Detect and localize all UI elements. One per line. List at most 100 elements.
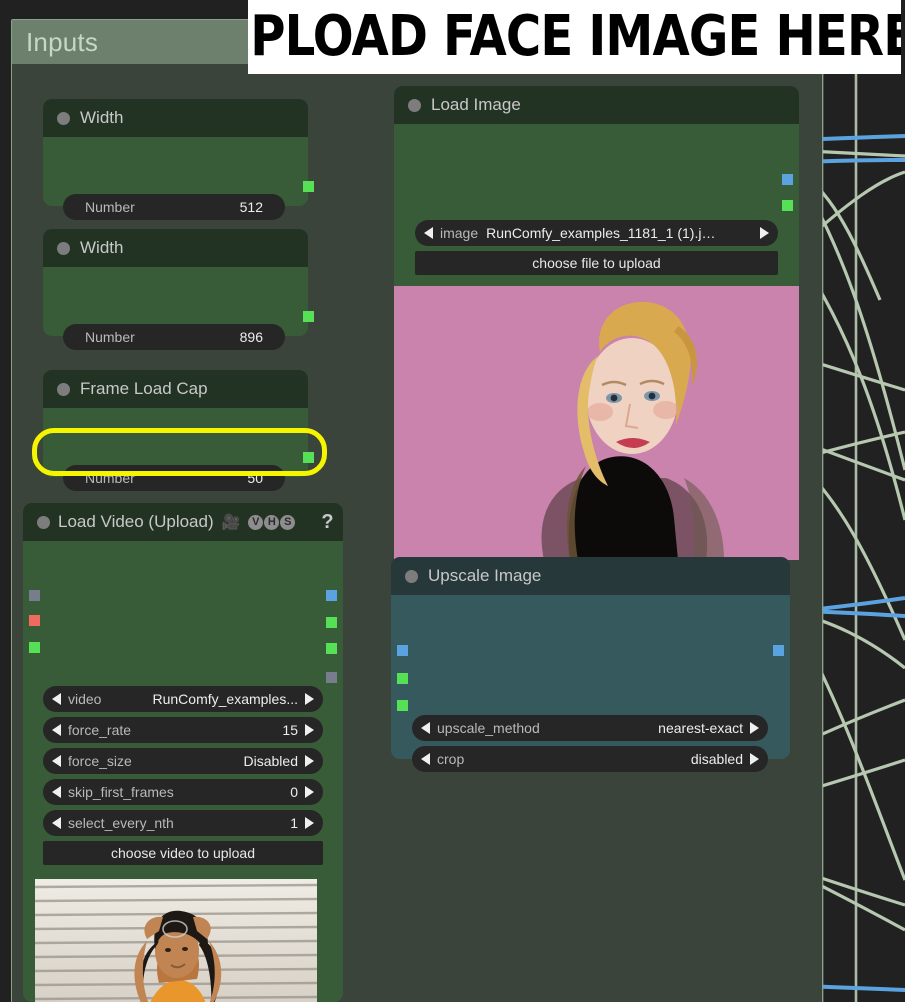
output-socket-image[interactable] (773, 645, 784, 656)
node-load-video-upload[interactable]: Load Video (Upload) 🎥 V H S ? video RunC… (23, 503, 343, 1002)
widget-content: crop disabled (430, 751, 750, 767)
widget-number[interactable]: Number 896 (63, 324, 285, 350)
widget-label: image (440, 225, 479, 241)
widget-image[interactable]: image RunComfy_examples_1181_1 (1).j… (415, 220, 778, 246)
input-socket-image[interactable] (397, 645, 408, 656)
widget-label: force_size (68, 753, 132, 769)
node-frame-load-cap[interactable]: Frame Load Cap Number 50 (43, 370, 314, 491)
increment-arrow-icon[interactable] (750, 753, 759, 765)
decrement-arrow-icon[interactable] (424, 227, 433, 239)
widget-force-size[interactable]: force_size Disabled (43, 748, 323, 774)
node-body: Number 896 (43, 267, 314, 350)
node-body: image RunComfy_examples_1181_1 (1).j… ch… (394, 124, 799, 560)
collapse-dot-icon[interactable] (408, 98, 421, 112)
widget-crop[interactable]: crop disabled (412, 746, 768, 772)
increment-arrow-icon[interactable] (305, 786, 314, 798)
widget-label: Number (85, 329, 135, 345)
collapse-dot-icon[interactable] (405, 569, 418, 583)
input-socket-meta[interactable] (29, 590, 40, 601)
widget-value: RunComfy_examples... (152, 691, 298, 707)
collapse-dot-icon[interactable] (57, 241, 70, 255)
annotation-banner-text: UPLOAD FACE IMAGE HERE! (248, 4, 901, 69)
collapse-dot-icon[interactable] (37, 515, 50, 529)
node-width-512[interactable]: Width Number 512 (43, 99, 314, 220)
widget-content: image RunComfy_examples_1181_1 (1).j… (433, 225, 760, 241)
widget-number[interactable]: Number 50 (63, 465, 285, 491)
output-socket-number[interactable] (303, 452, 314, 463)
widget-skip-first-frames[interactable]: skip_first_frames 0 (43, 779, 323, 805)
node-upscale-image[interactable]: Upscale Image upscale_method nearest-exa… (391, 557, 790, 772)
comfyui-canvas[interactable]: Inputs Width Number 512 Width Number 896 (0, 0, 905, 1002)
decrement-arrow-icon[interactable] (52, 755, 61, 767)
help-icon[interactable]: ? (321, 511, 333, 534)
output-socket-image[interactable] (326, 590, 337, 601)
node-title: Width (80, 108, 124, 127)
svg-text:A: A (51, 996, 87, 1002)
widget-label: Number (85, 470, 135, 486)
output-socket-frames[interactable] (326, 617, 337, 628)
input-socket-frame-cap[interactable] (29, 642, 40, 653)
increment-arrow-icon[interactable] (305, 693, 314, 705)
increment-arrow-icon[interactable] (750, 722, 759, 734)
widget-content: force_rate 15 (61, 722, 305, 738)
widget-content: force_size Disabled (61, 753, 305, 769)
widget-content: video RunComfy_examples... (61, 691, 305, 707)
output-socket-image[interactable] (782, 174, 793, 185)
badge-h-icon: H (264, 514, 280, 530)
output-socket-number[interactable] (303, 181, 314, 192)
widget-value: 1 (290, 815, 298, 831)
widget-value: nearest-exact (658, 720, 743, 736)
node-load-image[interactable]: Load Image image RunComfy_examples_1181_… (394, 86, 799, 560)
collapse-dot-icon[interactable] (57, 111, 70, 125)
widget-force-rate[interactable]: force_rate 15 (43, 717, 323, 743)
widget-content: skip_first_frames 0 (61, 784, 305, 800)
widget-value: 512 (239, 199, 263, 215)
widget-upscale-method[interactable]: upscale_method nearest-exact (412, 715, 768, 741)
widget-value: disabled (690, 751, 743, 767)
node-title: Upscale Image (428, 566, 542, 585)
video-preview-thumbnail: AB AB (35, 879, 317, 1002)
input-socket-vae[interactable] (29, 615, 40, 626)
output-socket-number[interactable] (303, 311, 314, 322)
increment-arrow-icon[interactable] (305, 755, 314, 767)
decrement-arrow-icon[interactable] (421, 753, 430, 765)
node-header[interactable]: Upscale Image (391, 557, 790, 595)
widget-select-every-nth[interactable]: select_every_nth 1 (43, 810, 323, 836)
svg-text:B: B (267, 996, 302, 1002)
decrement-arrow-icon[interactable] (52, 786, 61, 798)
increment-arrow-icon[interactable] (305, 724, 314, 736)
node-header[interactable]: Load Image (394, 86, 799, 124)
output-socket-mask[interactable] (782, 200, 793, 211)
svg-text:A: A (225, 996, 261, 1002)
decrement-arrow-icon[interactable] (52, 724, 61, 736)
widget-label: crop (437, 751, 465, 767)
widget-label: select_every_nth (68, 815, 174, 831)
node-header[interactable]: Width (43, 229, 308, 267)
input-socket-height[interactable] (397, 700, 408, 711)
collapse-dot-icon[interactable] (57, 382, 70, 396)
node-header[interactable]: Width (43, 99, 308, 137)
node-header[interactable]: Frame Load Cap (43, 370, 308, 408)
badge-v-icon: V (248, 514, 264, 530)
choose-file-to-upload-button[interactable]: choose file to upload (415, 251, 778, 275)
increment-arrow-icon[interactable] (760, 227, 769, 239)
increment-arrow-icon[interactable] (305, 817, 314, 829)
widget-label: upscale_method (437, 720, 540, 736)
decrement-arrow-icon[interactable] (52, 817, 61, 829)
widget-value: 15 (282, 722, 298, 738)
widget-value: 50 (247, 470, 263, 486)
node-body: Number 512 (43, 137, 314, 220)
decrement-arrow-icon[interactable] (52, 693, 61, 705)
widget-video[interactable]: video RunComfy_examples... (43, 686, 323, 712)
input-socket-width[interactable] (397, 673, 408, 684)
annotation-banner: UPLOAD FACE IMAGE HERE! (248, 0, 901, 74)
node-width-896[interactable]: Width Number 896 (43, 229, 314, 350)
choose-video-to-upload-button[interactable]: choose video to upload (43, 841, 323, 865)
node-title: Load Video (Upload) (58, 512, 214, 531)
node-header[interactable]: Load Video (Upload) 🎥 V H S ? (23, 503, 343, 541)
output-socket-audio[interactable] (326, 672, 337, 683)
svg-text:B: B (95, 996, 130, 1002)
widget-number[interactable]: Number 512 (63, 194, 285, 220)
decrement-arrow-icon[interactable] (421, 722, 430, 734)
output-socket-count[interactable] (326, 643, 337, 654)
